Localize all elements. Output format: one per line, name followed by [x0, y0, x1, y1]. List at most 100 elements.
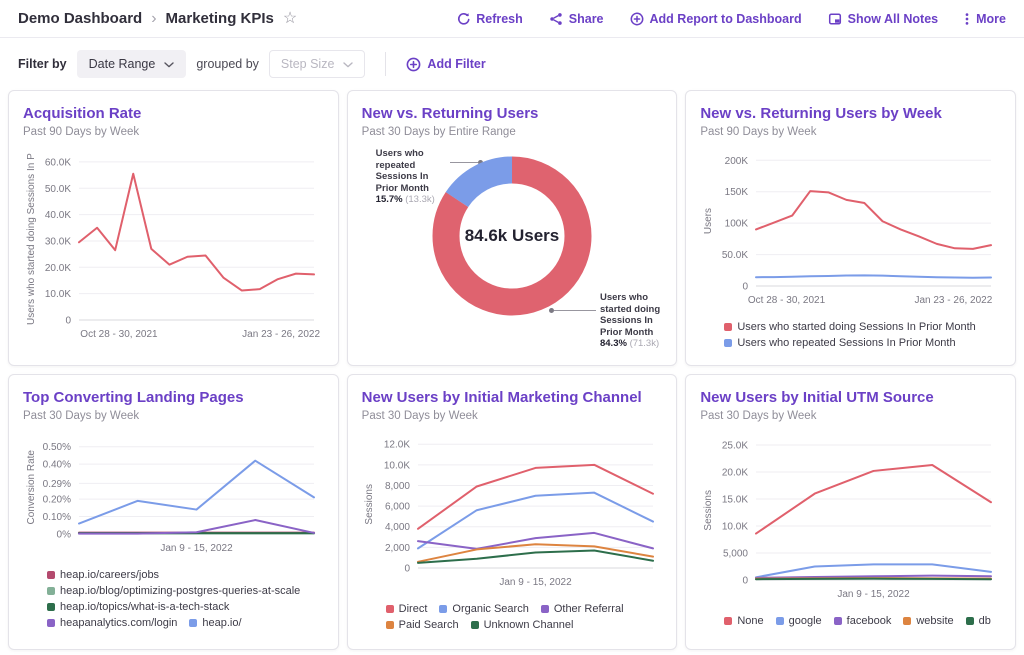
chart-legend: heap.io/careers/jobs heap.io/blog/optimiz… [47, 569, 324, 629]
report-title-link[interactable]: New Users by Initial UTM Source [700, 389, 1001, 406]
breadcrumb-chevron-icon: › [151, 11, 156, 27]
line-chart-canvas[interactable]: 050.0K100K150K200KOct 28 - 30, 2021Jan 2… [716, 148, 1001, 313]
legend-swatch-icon [903, 617, 911, 625]
share-icon [549, 12, 563, 26]
line-chart-canvas[interactable]: 0%0.10%0.20%0.29%0.40%0.50%Jan 9 - 15, 2… [39, 432, 324, 561]
legend-swatch-icon [47, 603, 55, 611]
svg-text:25.0K: 25.0K [722, 441, 748, 452]
legend-swatch-icon [471, 621, 479, 629]
legend-item[interactable]: Users who started doing Sessions In Prio… [724, 321, 975, 333]
svg-text:0%: 0% [57, 530, 72, 541]
legend-item[interactable]: Users who repeated Sessions In Prior Mon… [724, 337, 955, 349]
refresh-button[interactable]: Refresh [456, 12, 523, 26]
legend-item[interactable]: heap.io/topics/what-is-a-tech-stack [47, 601, 229, 613]
report-title-link[interactable]: New vs. Returning Users [362, 105, 663, 122]
legend-label: heap.io/careers/jobs [60, 569, 159, 581]
svg-text:15.0K: 15.0K [722, 495, 748, 506]
legend-item[interactable]: heap.io/ [189, 617, 241, 629]
legend-label: heap.io/blog/optimizing-postgres-queries… [60, 585, 300, 597]
legend-item[interactable]: Other Referral [541, 603, 624, 615]
report-card-new-vs-returning: New vs. Returning Users Past 30 Days by … [347, 90, 678, 366]
add-filter-button[interactable]: Add Filter [406, 57, 485, 72]
svg-text:0.20%: 0.20% [43, 495, 71, 506]
chart-area: Sessions 05,00010.0K15.0K20.0K25.0KJan 9… [700, 432, 1001, 607]
favorite-star-icon[interactable]: ☆ [283, 11, 297, 27]
report-subtitle: Past 30 Days by Week [700, 410, 1001, 422]
svg-text:6,000: 6,000 [385, 502, 410, 513]
chart-area: Users 050.0K100K150K200KOct 28 - 30, 202… [700, 148, 1001, 313]
legend-label: facebook [847, 615, 892, 627]
share-button[interactable]: Share [549, 12, 604, 26]
legend-item[interactable]: Organic Search [439, 603, 528, 615]
grouped-by-label: grouped by [196, 57, 259, 71]
chevron-down-icon [343, 57, 353, 71]
legend-swatch-icon [386, 621, 394, 629]
legend-item[interactable]: db [966, 615, 991, 627]
legend-item[interactable]: website [903, 615, 953, 627]
svg-text:0.29%: 0.29% [43, 479, 71, 490]
line-chart-canvas[interactable]: 05,00010.0K15.0K20.0K25.0KJan 9 - 15, 20… [716, 432, 1001, 607]
svg-text:8,000: 8,000 [385, 481, 410, 492]
legend-label: Direct [399, 603, 428, 615]
legend-swatch-icon [386, 605, 394, 613]
legend-label: Users who started doing Sessions In Prio… [737, 321, 975, 333]
legend-item[interactable]: Unknown Channel [471, 619, 574, 631]
report-title-link[interactable]: New Users by Initial Marketing Channel [362, 389, 663, 406]
show-notes-button[interactable]: Show All Notes [828, 12, 939, 26]
legend-item[interactable]: google [776, 615, 822, 627]
svg-text:Oct 28 - 30, 2021: Oct 28 - 30, 2021 [80, 329, 158, 340]
y-axis-label: Conversion Rate [23, 432, 39, 561]
report-title-link[interactable]: New vs. Returning Users by Week [700, 105, 1001, 122]
donut-chart-canvas[interactable]: 84.6k Users Users who repeated Sessions … [362, 144, 663, 358]
more-button[interactable]: More [964, 12, 1006, 26]
svg-text:Jan 23 - 26, 2022: Jan 23 - 26, 2022 [915, 295, 993, 306]
breadcrumb: Demo Dashboard › Marketing KPIs ☆ [18, 10, 297, 27]
svg-text:20.0K: 20.0K [45, 263, 71, 274]
svg-text:Jan 23 - 26, 2022: Jan 23 - 26, 2022 [242, 329, 320, 340]
line-chart-canvas[interactable]: 010.0K20.0K30.0K40.0K50.0K60.0KOct 28 - … [39, 148, 324, 347]
legend-label: db [979, 615, 991, 627]
date-range-dropdown[interactable]: Date Range [77, 50, 187, 78]
svg-text:4,000: 4,000 [385, 522, 410, 533]
notes-icon [828, 12, 842, 26]
svg-text:0: 0 [65, 316, 71, 327]
plus-circle-icon [406, 57, 421, 72]
legend-label: google [789, 615, 822, 627]
legend-label: website [916, 615, 953, 627]
chart-area: Users who started doing Sessions In Prio… [23, 148, 324, 347]
legend-label: heapanalytics.com/login [60, 617, 177, 629]
svg-text:Jan 9 - 15, 2022: Jan 9 - 15, 2022 [838, 589, 911, 600]
legend-item[interactable]: None [724, 615, 763, 627]
chart-area: Sessions 02,0004,0006,0008,00010.0K12.0K… [362, 432, 663, 595]
legend-swatch-icon [47, 571, 55, 579]
legend-item[interactable]: heap.io/blog/optimizing-postgres-queries… [47, 585, 300, 597]
add-report-button[interactable]: Add Report to Dashboard [630, 12, 802, 26]
svg-text:200K: 200K [725, 156, 749, 167]
legend-swatch-icon [439, 605, 447, 613]
refresh-icon [456, 12, 470, 26]
legend-item[interactable]: Direct [386, 603, 428, 615]
legend-item[interactable]: Paid Search [386, 619, 459, 631]
report-card-utm-source: New Users by Initial UTM Source Past 30 … [685, 374, 1016, 650]
breadcrumb-dashboard-link[interactable]: Demo Dashboard [18, 10, 142, 27]
svg-text:12.0K: 12.0K [384, 440, 410, 451]
report-title-link[interactable]: Acquisition Rate [23, 105, 324, 122]
report-card-acquisition-rate: Acquisition Rate Past 90 Days by Week Us… [8, 90, 339, 366]
svg-text:0.10%: 0.10% [43, 512, 71, 523]
legend-swatch-icon [834, 617, 842, 625]
step-size-dropdown[interactable]: Step Size [269, 50, 366, 78]
legend-item[interactable]: heap.io/careers/jobs [47, 569, 159, 581]
filter-by-label: Filter by [18, 57, 67, 71]
svg-text:0: 0 [743, 576, 749, 587]
legend-swatch-icon [541, 605, 549, 613]
legend-item[interactable]: facebook [834, 615, 892, 627]
report-title-link[interactable]: Top Converting Landing Pages [23, 389, 324, 406]
line-chart-canvas[interactable]: 02,0004,0006,0008,00010.0K12.0KJan 9 - 1… [378, 432, 663, 595]
svg-text:50.0K: 50.0K [45, 184, 71, 195]
report-subtitle: Past 30 Days by Entire Range [362, 126, 663, 138]
chevron-down-icon [164, 57, 174, 71]
svg-text:Jan 9 - 15, 2022: Jan 9 - 15, 2022 [499, 577, 572, 588]
svg-text:50.0K: 50.0K [722, 250, 748, 261]
more-vertical-dots-icon [964, 12, 970, 26]
legend-item[interactable]: heapanalytics.com/login [47, 617, 177, 629]
